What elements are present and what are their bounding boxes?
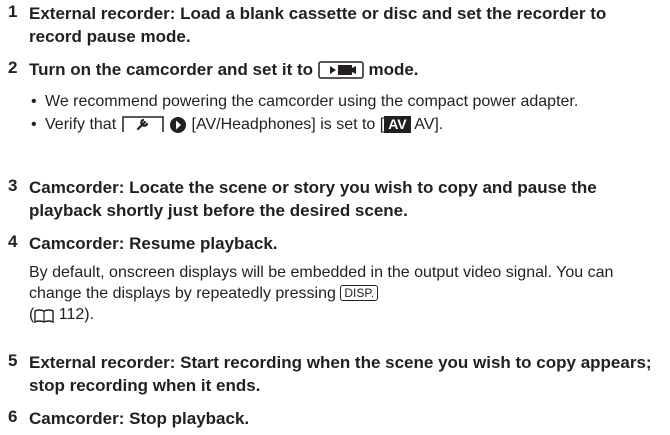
menu-item-text: [AV/Headphones] is set to [ (191, 116, 385, 133)
step-1: 1 External recorder: Load a blank casset… (8, 2, 658, 48)
bullet-item: • Verify that [AV/Headphones] is set to … (29, 114, 658, 140)
step-5: 5 External recorder: Start recording whe… (8, 351, 658, 397)
right-arrow-icon (169, 116, 187, 140)
step-heading: Camcorder: Locate the scene or story you… (29, 178, 597, 220)
disp-button-label: DISP. (340, 285, 379, 301)
step-heading: Camcorder: Stop playback. (29, 409, 250, 428)
bullet-text-start: Verify that (45, 116, 117, 133)
step-heading-end: mode. (368, 60, 419, 79)
step-6: 6 Camcorder: Stop playback. (8, 407, 658, 430)
step-heading: External recorder: Start recording when … (29, 353, 652, 395)
step-heading: Camcorder: Resume playback. (29, 234, 278, 253)
book-reference-icon (34, 308, 55, 330)
step-number: 4 (8, 232, 18, 251)
paragraph-text: By default, onscreen displays will be em… (29, 264, 614, 302)
step-number: 1 (8, 2, 18, 21)
ref-page: 112). (54, 306, 95, 323)
bullet-dot: • (31, 116, 37, 133)
step-3: 3 Camcorder: Locate the scene or story y… (8, 176, 658, 222)
bullet-text-end: AV]. (410, 116, 444, 133)
step-number: 3 (8, 176, 18, 195)
step-bullets: • We recommend powering the camcorder us… (29, 91, 658, 140)
step-number: 6 (8, 407, 18, 426)
playback-mode-icon (317, 60, 364, 86)
step-2: 2 Turn on the camcorder and set it to mo… (8, 58, 658, 142)
av-badge: AV (384, 116, 411, 133)
step-heading-start: Turn on the camcorder and set it to (29, 60, 313, 79)
manual-page: 1 External recorder: Load a blank casset… (0, 0, 670, 435)
step-heading: Turn on the camcorder and set it to mode… (29, 58, 658, 86)
bullet-item: • We recommend powering the camcorder us… (29, 91, 658, 112)
wrench-setup-icon (121, 114, 165, 140)
bullet-dot: • (31, 93, 37, 110)
step-paragraph: By default, onscreen displays will be em… (29, 262, 658, 330)
step-number: 2 (8, 58, 18, 77)
step-heading: External recorder: Load a blank cassette… (29, 4, 607, 46)
step-4: 4 Camcorder: Resume playback. By default… (8, 232, 658, 330)
bullet-text: We recommend powering the camcorder usin… (45, 93, 579, 110)
step-number: 5 (8, 351, 18, 370)
